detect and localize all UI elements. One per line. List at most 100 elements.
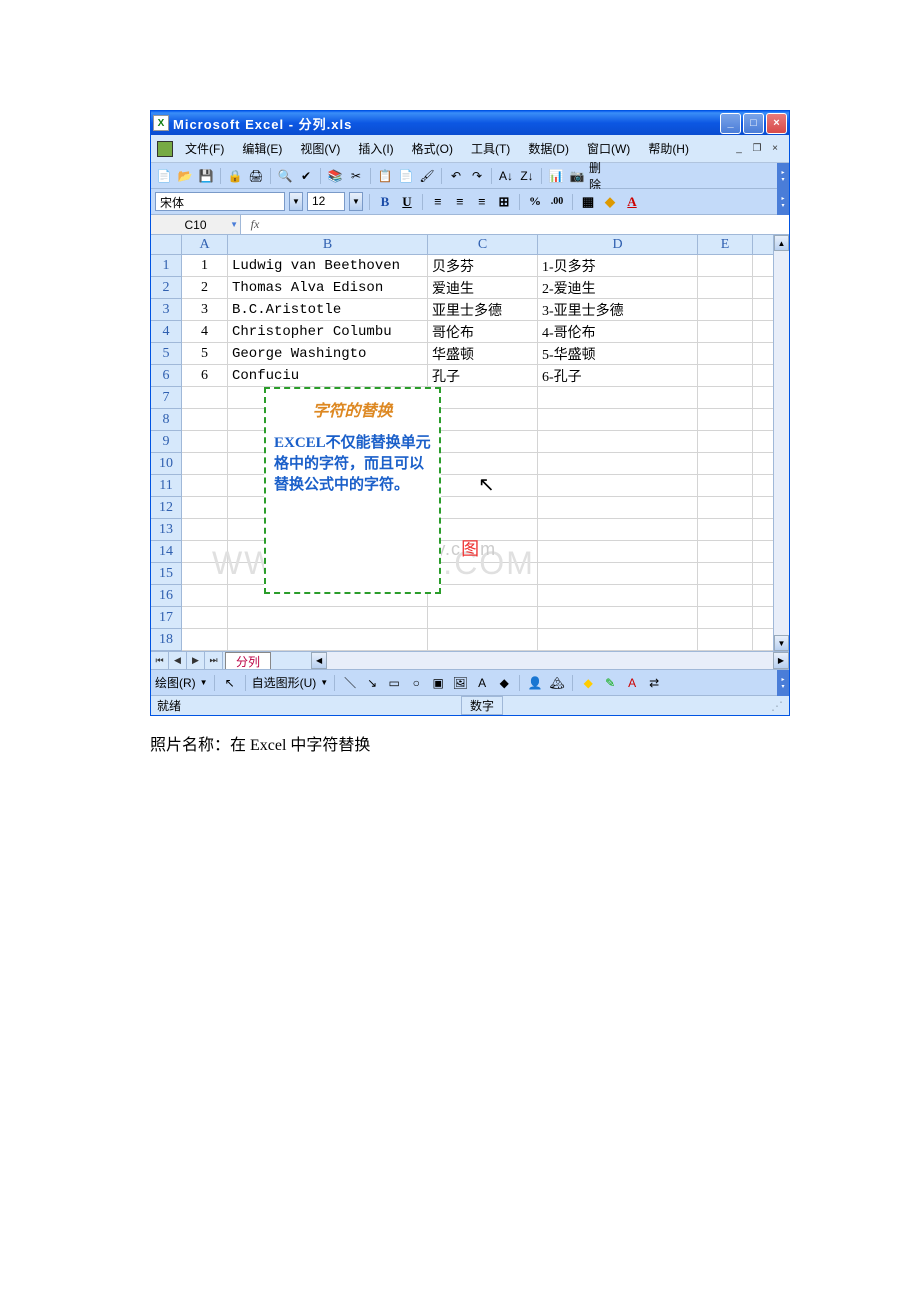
cell[interactable]: 3 — [182, 299, 228, 320]
cell[interactable]: 5 — [182, 343, 228, 364]
bold-button[interactable]: B — [376, 193, 394, 211]
row-header[interactable]: 9 — [151, 431, 181, 453]
spelling-icon[interactable]: ✔ — [297, 167, 315, 185]
cell[interactable]: 爱迪生 — [428, 277, 538, 298]
percent-icon[interactable]: % — [526, 193, 544, 211]
close-button[interactable]: × — [766, 113, 787, 134]
cell[interactable]: Thomas Alva Edison — [228, 277, 428, 298]
merge-center-icon[interactable]: ⊞ — [495, 193, 513, 211]
cell[interactable]: 4-哥伦布 — [538, 321, 698, 342]
menu-help[interactable]: 帮助(H) — [640, 138, 697, 159]
menu-edit[interactable]: 编辑(E) — [234, 138, 290, 159]
row-header[interactable]: 2 — [151, 277, 181, 299]
cell[interactable]: 5-华盛顿 — [538, 343, 698, 364]
row-header[interactable]: 6 — [151, 365, 181, 387]
col-header[interactable]: A — [182, 235, 228, 254]
chevron-down-icon[interactable]: ▼ — [320, 678, 328, 687]
row-header[interactable]: 12 — [151, 497, 181, 519]
redo-icon[interactable]: ↷ — [468, 167, 486, 185]
font-name-input[interactable]: 宋体 — [155, 192, 285, 211]
research-icon[interactable]: 📚 — [326, 167, 344, 185]
mdi-close[interactable]: × — [769, 143, 781, 155]
titlebar[interactable]: X Microsoft Excel - 分列.xls _ □ × — [151, 111, 789, 135]
cell[interactable] — [698, 365, 753, 386]
cell[interactable]: 亚里士多德 — [428, 299, 538, 320]
cell[interactable]: 6 — [182, 365, 228, 386]
font-size-dropdown-icon[interactable]: ▼ — [349, 192, 363, 211]
line-icon[interactable]: ＼ — [341, 674, 359, 692]
cell[interactable]: B.C.Aristotle — [228, 299, 428, 320]
line-color-icon[interactable]: ✎ — [601, 674, 619, 692]
font-name-dropdown-icon[interactable]: ▼ — [289, 192, 303, 211]
select-all-corner[interactable] — [151, 235, 181, 255]
cell[interactable] — [698, 299, 753, 320]
row-header[interactable]: 10 — [151, 453, 181, 475]
paste-icon[interactable]: 📄 — [397, 167, 415, 185]
font-color-icon[interactable]: A — [623, 674, 641, 692]
diagram-icon[interactable]: ◆ — [495, 674, 513, 692]
mdi-restore[interactable]: ❐ — [751, 143, 763, 155]
cell[interactable]: 孔子 — [428, 365, 538, 386]
row-header[interactable]: 5 — [151, 343, 181, 365]
menu-data[interactable]: 数据(D) — [520, 138, 577, 159]
scroll-down-icon[interactable]: ▼ — [774, 635, 789, 651]
clipart-icon[interactable]: 👤 — [526, 674, 544, 692]
row-header[interactable]: 13 — [151, 519, 181, 541]
row-header[interactable]: 1 — [151, 255, 181, 277]
tab-last-icon[interactable]: ⏭ — [205, 652, 223, 669]
undo-icon[interactable]: ↶ — [447, 167, 465, 185]
row-header[interactable]: 14 — [151, 541, 181, 563]
new-icon[interactable]: 📄 — [155, 167, 173, 185]
autoshapes-menu[interactable]: 自选图形(U) — [252, 674, 317, 691]
format-toolbar-options-icon[interactable]: ▸▾ — [777, 189, 789, 215]
tab-prev-icon[interactable]: ◀ — [169, 652, 187, 669]
draw-toolbar-options-icon[interactable]: ▸▾ — [777, 670, 789, 696]
align-center-icon[interactable]: ≡ — [451, 193, 469, 211]
chart-icon[interactable]: 📊 — [547, 167, 565, 185]
arrow-icon[interactable]: ↘ — [363, 674, 381, 692]
chevron-down-icon[interactable]: ▼ — [200, 678, 208, 687]
cell[interactable]: 1-贝多芬 — [538, 255, 698, 276]
cell[interactable]: 1 — [182, 255, 228, 276]
rectangle-icon[interactable]: ▭ — [385, 674, 403, 692]
tab-first-icon[interactable]: ⏮ — [151, 652, 169, 669]
camera-icon[interactable]: 📷 — [568, 167, 586, 185]
align-left-icon[interactable]: ≡ — [429, 193, 447, 211]
menu-tools[interactable]: 工具(T) — [463, 138, 518, 159]
oval-icon[interactable]: ○ — [407, 674, 425, 692]
minimize-button[interactable]: _ — [720, 113, 741, 134]
cell[interactable]: 华盛顿 — [428, 343, 538, 364]
menu-format[interactable]: 格式(O) — [404, 138, 461, 159]
font-color-icon[interactable]: A — [623, 193, 641, 211]
cell[interactable]: Ludwig van Beethoven — [228, 255, 428, 276]
resize-grip-icon[interactable]: ⋰ — [771, 699, 783, 713]
row-header[interactable]: 3 — [151, 299, 181, 321]
textbox-icon[interactable]: ▣ — [429, 674, 447, 692]
cell[interactable]: 2 — [182, 277, 228, 298]
fill-color-icon[interactable]: ◆ — [601, 193, 619, 211]
col-header[interactable]: D — [538, 235, 698, 254]
underline-button[interactable]: U — [398, 193, 416, 211]
row-header[interactable]: 15 — [151, 563, 181, 585]
borders-icon[interactable]: ▦ — [579, 193, 597, 211]
delete-button[interactable]: 删除 — [589, 167, 607, 185]
menu-file[interactable]: 文件(F) — [177, 138, 232, 159]
print-icon[interactable]: 🖨 — [247, 167, 265, 185]
arrows-icon[interactable]: ⇄ — [645, 674, 663, 692]
drawing-menu[interactable]: 绘图(R) — [155, 674, 196, 691]
cell[interactable]: Confuciu — [228, 365, 428, 386]
formula-input[interactable] — [269, 215, 789, 234]
menu-view[interactable]: 视图(V) — [292, 138, 348, 159]
cell[interactable]: 哥伦布 — [428, 321, 538, 342]
save-icon[interactable]: 💾 — [197, 167, 215, 185]
cell[interactable] — [698, 277, 753, 298]
insert-picture-icon[interactable]: 🖼 — [451, 674, 469, 692]
font-size-input[interactable]: 12 — [307, 192, 345, 211]
row-header[interactable]: 11 — [151, 475, 181, 497]
permissions-icon[interactable]: 🔒 — [226, 167, 244, 185]
cell[interactable]: Christopher Columbu — [228, 321, 428, 342]
menu-insert[interactable]: 插入(I) — [350, 138, 401, 159]
increase-decimal-icon[interactable]: .00 — [548, 193, 566, 211]
copy-icon[interactable]: 📋 — [376, 167, 394, 185]
row-header[interactable]: 7 — [151, 387, 181, 409]
